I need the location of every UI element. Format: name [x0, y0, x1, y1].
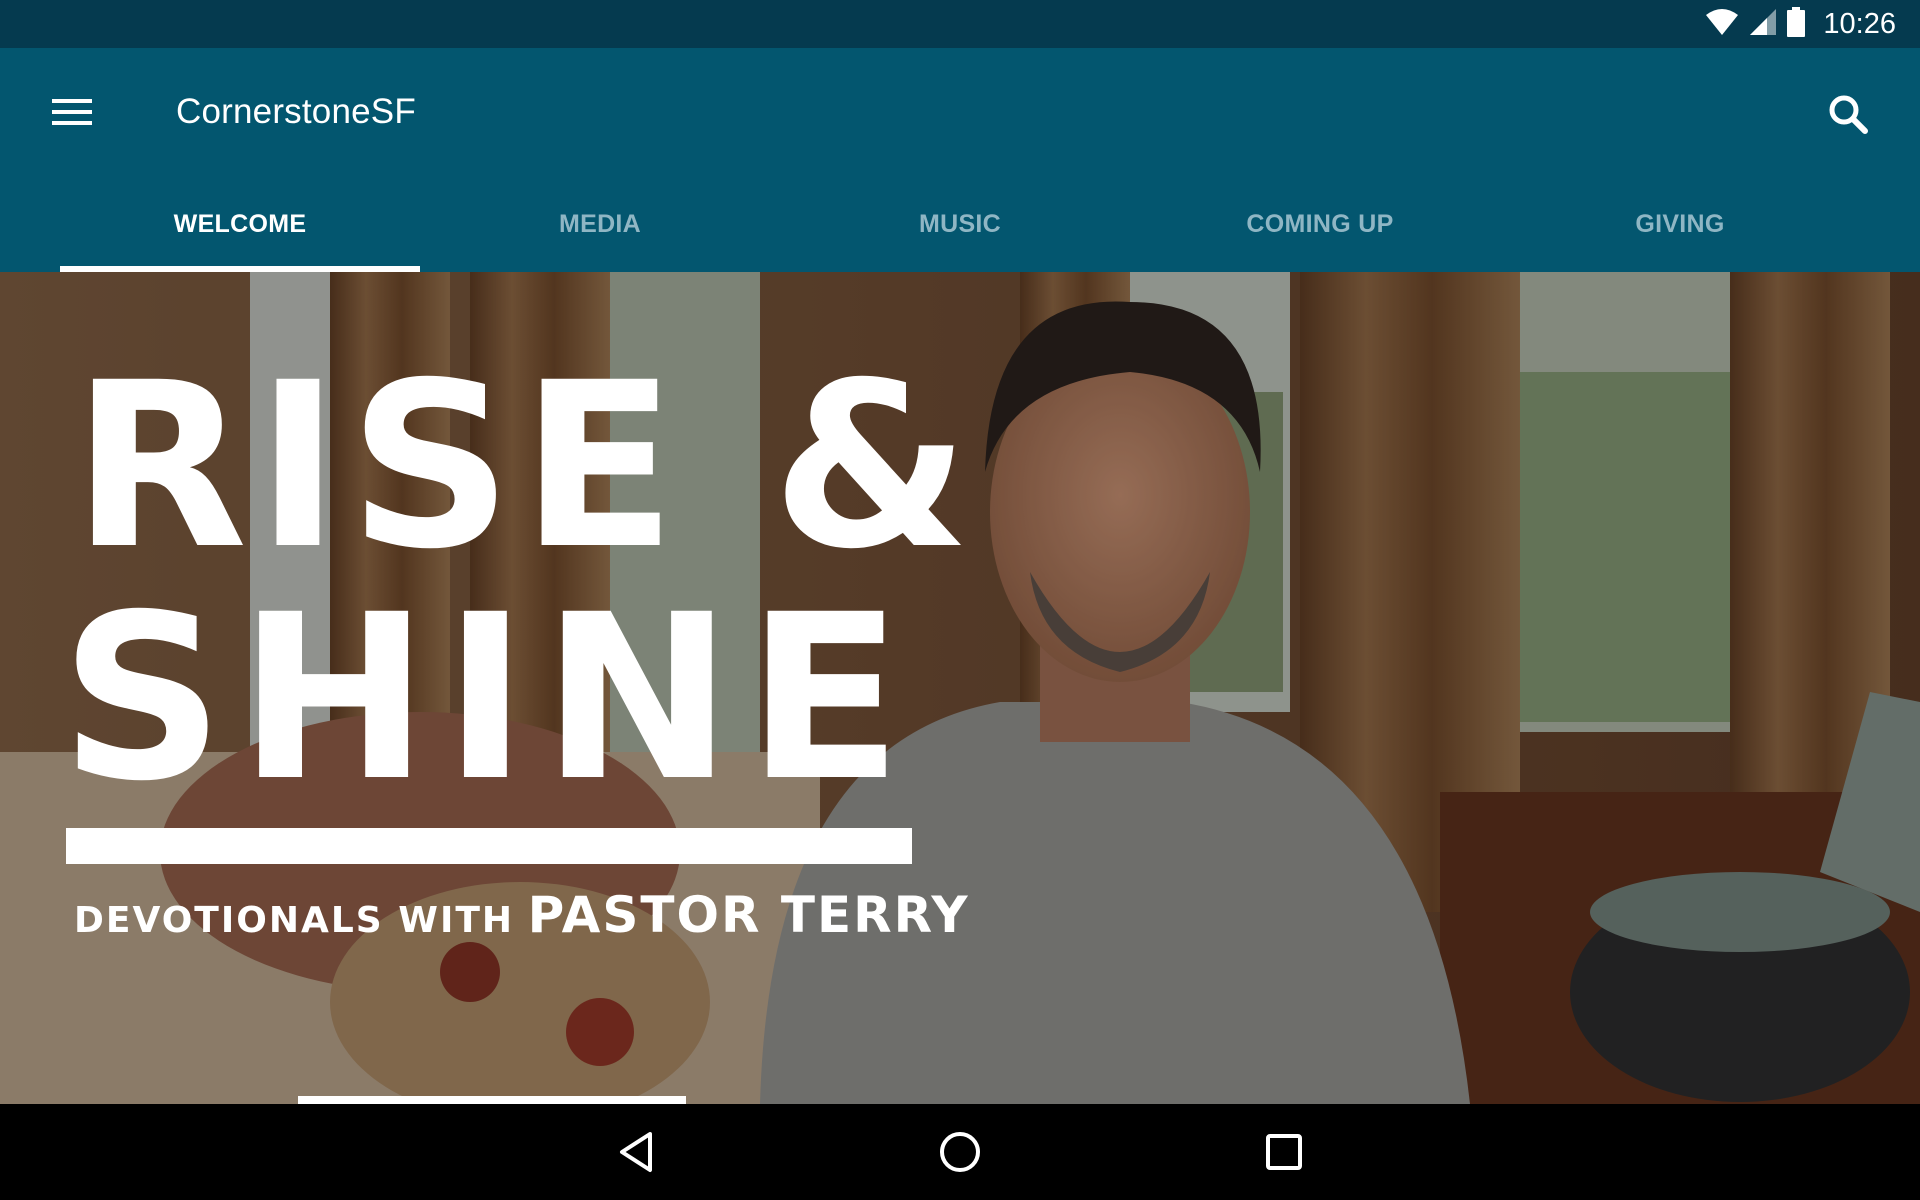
tab-giving[interactable]: GIVING: [1500, 196, 1860, 272]
home-button[interactable]: [930, 1124, 990, 1180]
clock: 10:26: [1823, 7, 1896, 40]
hero-subtitle-name: PASTOR TERRY: [527, 886, 970, 944]
recents-button[interactable]: [1254, 1124, 1314, 1180]
hero-banner[interactable]: RISE & SHINE DEVOTIONALS WITH PASTOR TER…: [0, 272, 1920, 1104]
carousel-indicator: [298, 1096, 686, 1104]
recents-icon: [1266, 1134, 1302, 1170]
search-icon: [1829, 95, 1868, 134]
hamburger-menu-icon: [52, 99, 92, 125]
app-bar: CornerstoneSF WELCOME MEDIA MUSIC COMING…: [0, 48, 1920, 272]
menu-button[interactable]: [44, 88, 100, 136]
tab-bar: WELCOME MEDIA MUSIC COMING UP GIVING: [60, 196, 1860, 272]
app-title: CornerstoneSF: [176, 92, 416, 131]
status-bar: 10:26: [0, 0, 1920, 48]
home-icon: [940, 1132, 980, 1172]
back-icon: [620, 1132, 652, 1172]
cell-signal-icon: [1749, 8, 1777, 41]
battery-icon: [1787, 6, 1806, 42]
tab-media[interactable]: MEDIA: [420, 196, 780, 272]
system-nav-bar: [0, 1104, 1920, 1200]
wifi-icon: [1705, 8, 1739, 41]
hero-divider: [66, 828, 912, 864]
hero-subtitle: DEVOTIONALS WITH PASTOR TERRY: [74, 886, 970, 944]
tab-music[interactable]: MUSIC: [780, 196, 1140, 272]
tab-welcome[interactable]: WELCOME: [60, 196, 420, 272]
hero-title-line1: RISE &: [72, 333, 979, 599]
toolbar: CornerstoneSF: [0, 48, 1920, 176]
tab-coming-up[interactable]: COMING UP: [1140, 196, 1500, 272]
hero-subtitle-prefix: DEVOTIONALS WITH: [74, 900, 515, 941]
back-button[interactable]: [606, 1124, 666, 1180]
hero-title-line2: SHINE: [60, 565, 917, 831]
search-button[interactable]: [1820, 86, 1876, 142]
